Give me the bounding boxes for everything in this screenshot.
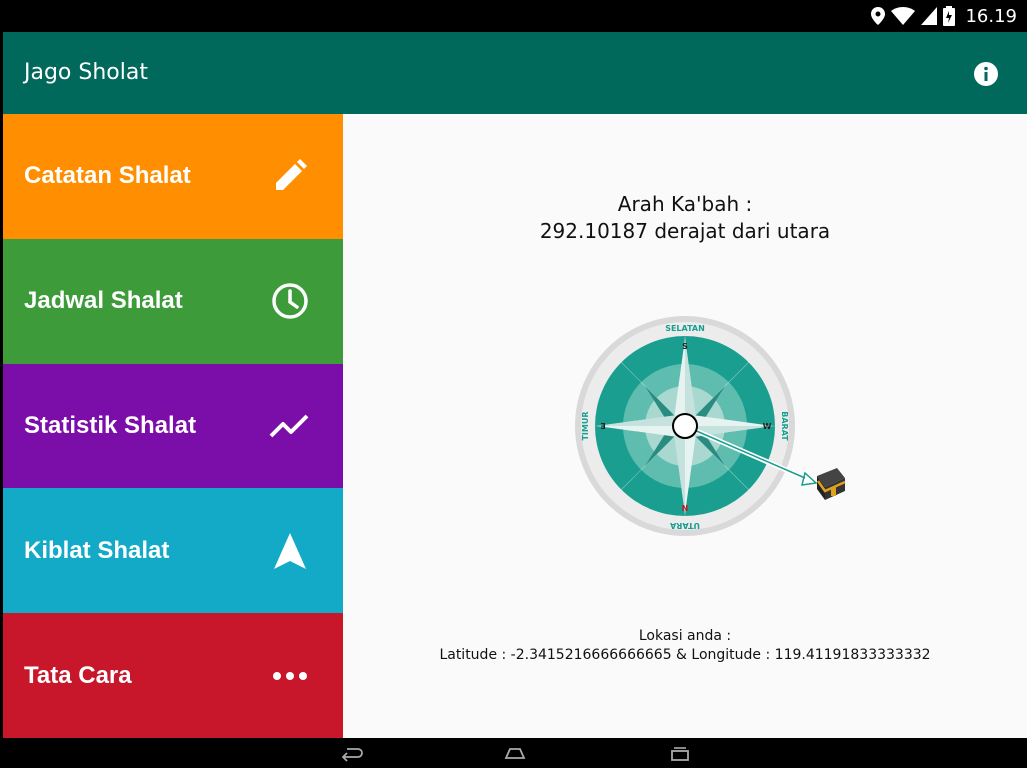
app-bar: Jago Sholat [3,32,1027,114]
wifi-icon [891,7,916,25]
home-icon [504,748,526,759]
info-icon [974,62,998,86]
trending-icon [269,405,311,447]
compass-letter-e: E [600,421,605,430]
status-icons: 16.19 [871,4,1017,28]
location-icon [871,7,886,25]
navigation-bar [0,738,1027,768]
compass-letter-n: N [682,504,689,513]
pencil-icon [269,155,311,197]
qibla-panel: Arah Ka'bah : 292.10187 derajat dari uta… [343,114,1027,738]
signal-icon [921,7,938,25]
compass-letter-w: W [763,422,772,431]
menu-item-label: Jadwal Shalat [24,287,183,315]
clock-icon [269,280,311,322]
compass-letter-s: S [682,342,688,351]
menu-item-tata-cara[interactable]: Tata Cara [3,613,343,738]
navigation-arrow-icon [269,530,311,572]
back-icon [341,748,363,762]
menu-item-label: Statistik Shalat [24,411,197,439]
compass-label-top: SELATAN [665,324,705,333]
qibla-degrees: 292.10187 derajat dari utara [539,219,831,243]
compass-label-right: BARAT [780,411,789,441]
qibla-compass: SELATAN UTARA BARAT TIMUR S N W E [575,316,846,536]
compass-label-left: TIMUR [581,411,590,440]
menu-item-jadwal-shalat[interactable]: Jadwal Shalat [3,238,343,364]
location-coordinates: Latitude : -2.3415216666666665 & Longitu… [439,647,931,663]
sidebar-menu: Catatan Shalat Jadwal Shalat Statistik S… [3,114,343,738]
kaaba-icon [816,468,846,500]
menu-item-kiblat-shalat[interactable]: Kiblat Shalat [3,488,343,614]
more-dots-icon [269,655,311,697]
menu-item-label: Catatan Shalat [24,162,191,190]
status-time: 16.19 [965,5,1017,27]
recents-icon [671,747,689,761]
status-bar: 16.19 [0,0,1027,32]
home-button[interactable] [502,743,528,763]
recents-button[interactable] [667,743,693,763]
battery-icon [943,6,956,26]
location-label: Lokasi anda : [638,628,732,644]
compass-label-bottom: UTARA [669,521,700,530]
menu-item-catatan-shalat[interactable]: Catatan Shalat [3,114,343,239]
info-button[interactable] [973,61,999,87]
menu-item-statistik-shalat[interactable]: Statistik Shalat [3,363,343,489]
qibla-title: Arah Ka'bah : [617,192,753,216]
app-title: Jago Sholat [24,60,148,85]
menu-item-label: Tata Cara [24,661,132,689]
menu-item-label: Kiblat Shalat [24,536,170,564]
back-button[interactable] [339,743,365,763]
